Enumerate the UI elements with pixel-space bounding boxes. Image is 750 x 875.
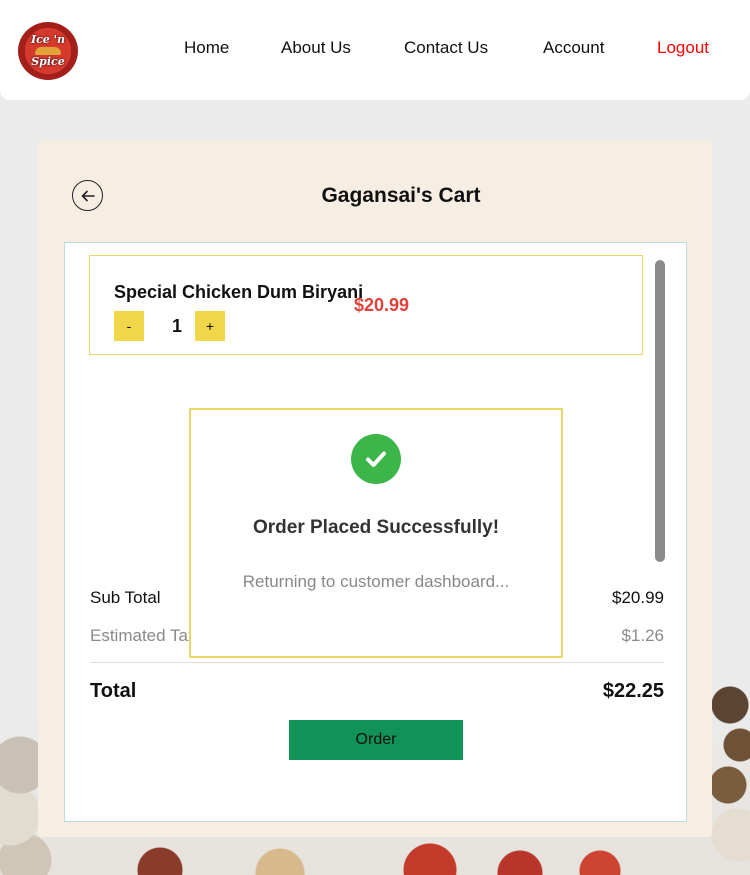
decrease-quantity-button[interactable]: - (114, 311, 144, 341)
cart-item: Special Chicken Dum Biryani $20.99 - 1 + (89, 255, 643, 355)
total-value: $22.25 (602, 680, 664, 702)
order-success-modal: Order Placed Successfully! Returning to … (189, 408, 563, 658)
nav-logout-link[interactable]: Logout (657, 38, 709, 58)
cart-title: Gagansai's Cart (321, 184, 481, 207)
nav-home-link[interactable]: Home (184, 38, 229, 58)
check-circle-icon (351, 434, 401, 484)
increase-quantity-button[interactable]: + (195, 311, 225, 341)
top-navbar: Ice 'n Spice Home About Us Contact Us Ac… (0, 0, 750, 100)
item-price: $20.99 (354, 295, 410, 315)
checkmark-icon (366, 451, 386, 467)
nav-about-link[interactable]: About Us (281, 38, 351, 58)
modal-title: Order Placed Successfully! (252, 517, 500, 538)
item-name: Special Chicken Dum Biryani (114, 282, 364, 302)
logo-text-top: Ice 'n (30, 33, 66, 46)
nav-contact-link[interactable]: Contact Us (404, 38, 488, 58)
nav-account-link[interactable]: Account (543, 38, 604, 58)
burger-icon (35, 47, 61, 55)
subtotal-label: Sub Total (90, 588, 161, 607)
total-label: Total (90, 680, 137, 702)
summary-divider (90, 662, 664, 663)
tax-label: Estimated Tax (90, 626, 197, 645)
brand-logo[interactable]: Ice 'n Spice (18, 22, 78, 80)
tax-value: $1.26 (621, 626, 664, 645)
scrollbar-thumb[interactable] (655, 260, 665, 562)
total-row: Total $22.25 (90, 680, 664, 703)
item-quantity: 1 (172, 316, 183, 336)
logo-text-bottom: Spice (31, 55, 65, 68)
order-button[interactable]: Order (289, 720, 463, 760)
subtotal-value: $20.99 (612, 588, 664, 607)
modal-message: Returning to customer dashboard... (242, 572, 510, 591)
